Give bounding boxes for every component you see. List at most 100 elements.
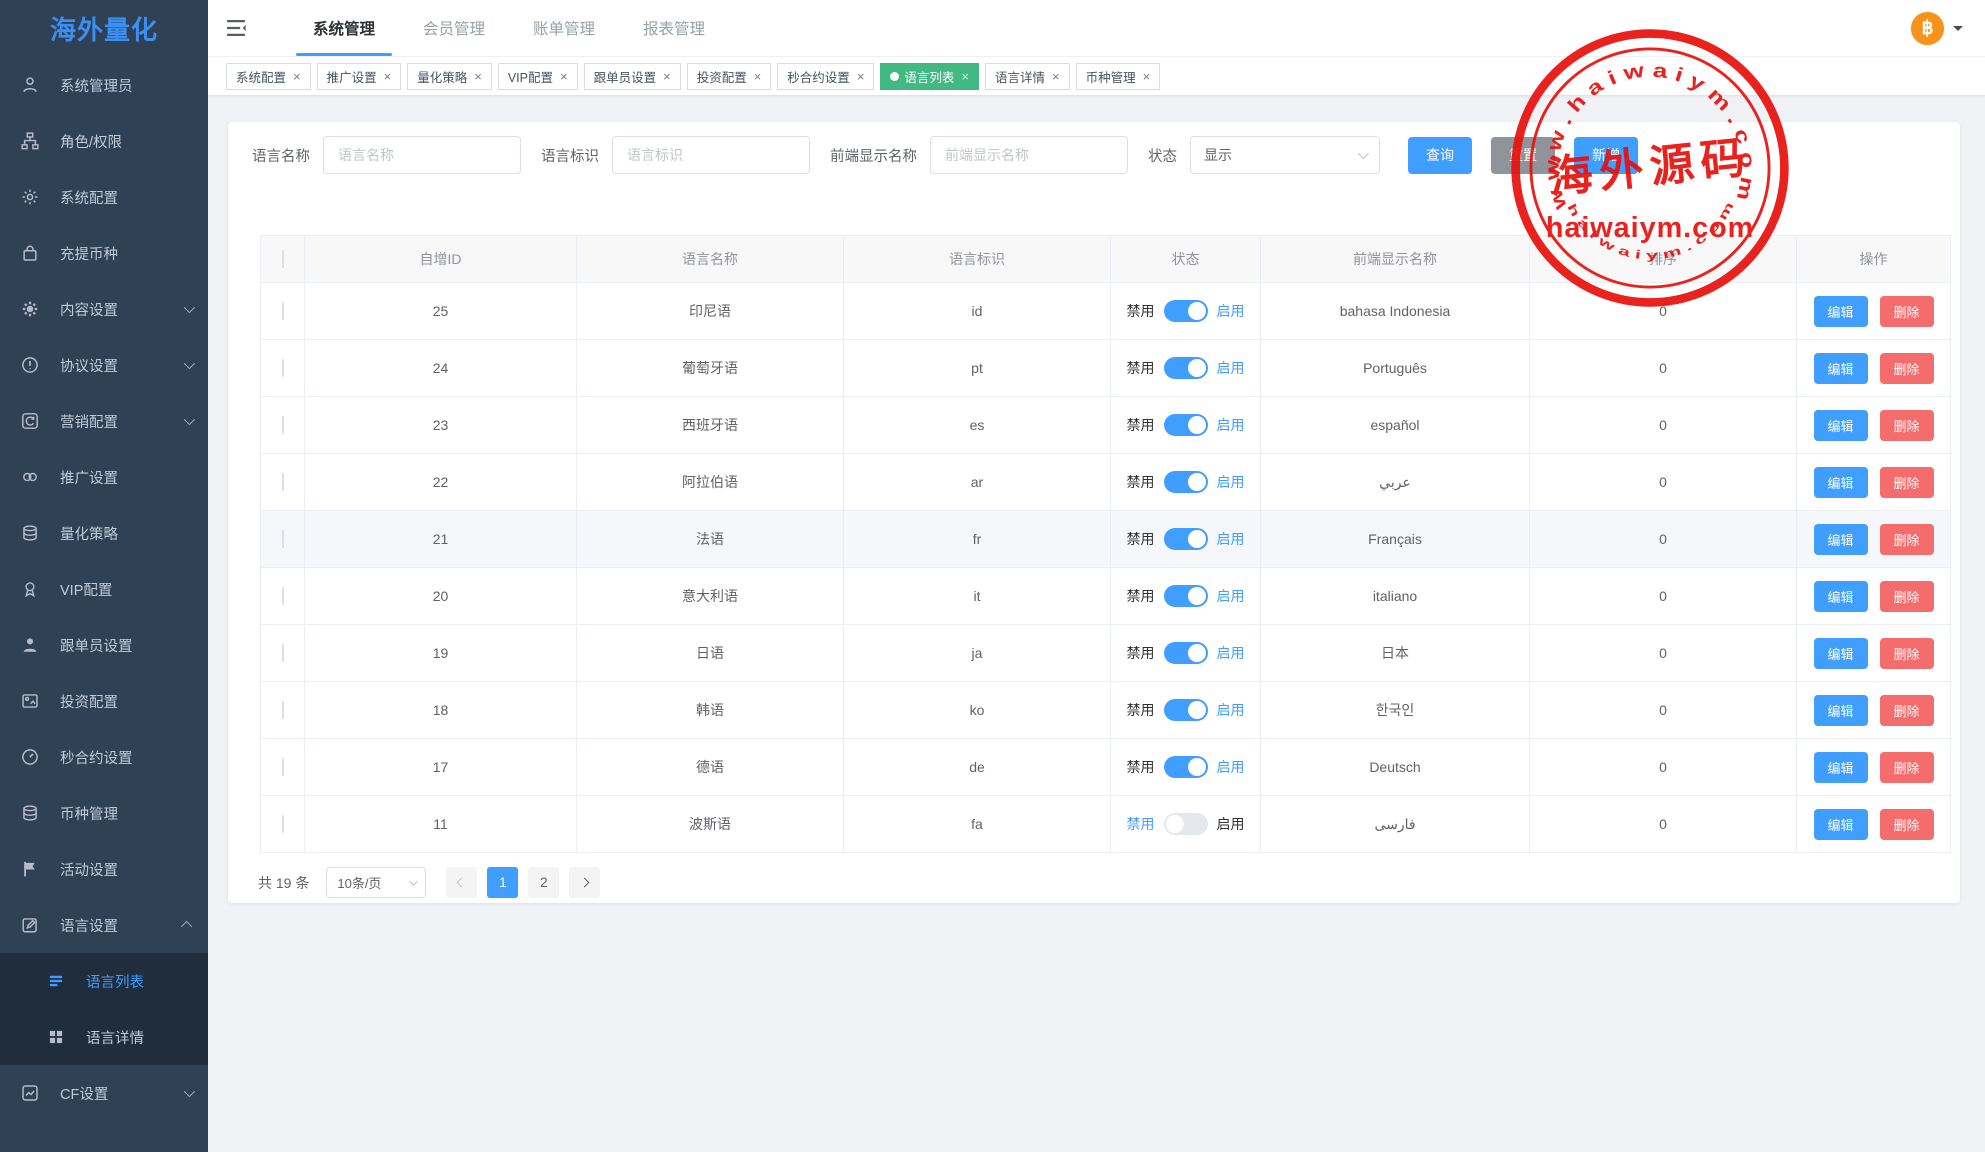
sidebar-item-cf-settings[interactable]: CF设置 — [0, 1065, 208, 1121]
delete-button[interactable]: 删除 — [1880, 524, 1934, 555]
tag-coin-manage[interactable]: 币种管理× — [1076, 63, 1161, 90]
sidebar-item-content-settings[interactable]: 内容设置 — [0, 281, 208, 337]
display-name-input[interactable] — [930, 136, 1128, 174]
edit-button[interactable]: 编辑 — [1814, 752, 1868, 783]
tag-close-icon[interactable]: × — [1052, 70, 1060, 83]
tag-promotion[interactable]: 推广设置× — [317, 63, 402, 90]
delete-button[interactable]: 删除 — [1880, 752, 1934, 783]
sidebar-item-language-detail[interactable]: 语言详情 — [0, 1009, 208, 1065]
delete-button[interactable]: 删除 — [1880, 809, 1934, 840]
topnav-tab-system[interactable]: 系统管理 — [289, 0, 399, 56]
status-select[interactable]: 显示 — [1190, 136, 1380, 174]
delete-button[interactable]: 删除 — [1880, 353, 1934, 384]
edit-button[interactable]: 编辑 — [1814, 524, 1868, 555]
edit-button[interactable]: 编辑 — [1814, 296, 1868, 327]
edit-button[interactable]: 编辑 — [1814, 695, 1868, 726]
sidebar-item-deposit-coin[interactable]: 充提币种 — [0, 225, 208, 281]
next-page-button[interactable] — [569, 867, 600, 898]
row-checkbox[interactable] — [282, 587, 284, 605]
status-toggle[interactable] — [1164, 471, 1208, 493]
tag-close-icon[interactable]: × — [857, 70, 865, 83]
edit-button[interactable]: 编辑 — [1814, 467, 1868, 498]
tag-vip-config[interactable]: VIP配置× — [498, 63, 578, 90]
delete-button[interactable]: 删除 — [1880, 581, 1934, 612]
sidebar-item-promotion[interactable]: 推广设置 — [0, 449, 208, 505]
tag-follower[interactable]: 跟单员设置× — [584, 63, 681, 90]
tag-close-icon[interactable]: × — [384, 70, 392, 83]
tag-close-icon[interactable]: × — [474, 70, 482, 83]
status-toggle[interactable] — [1164, 414, 1208, 436]
row-checkbox[interactable] — [282, 530, 284, 548]
status-toggle[interactable] — [1164, 585, 1208, 607]
page-size-select[interactable]: 10条/页 — [326, 867, 426, 898]
edit-button[interactable]: 编辑 — [1814, 581, 1868, 612]
status-toggle[interactable] — [1164, 528, 1208, 550]
bitcoin-avatar-icon[interactable]: ฿ — [1911, 12, 1944, 45]
edit-button[interactable]: 编辑 — [1814, 410, 1868, 441]
tag-quant-strategy[interactable]: 量化策略× — [407, 63, 492, 90]
sidebar-item-quant-strategy[interactable]: 量化策略 — [0, 505, 208, 561]
status-toggle[interactable] — [1164, 813, 1208, 835]
delete-button[interactable]: 删除 — [1880, 296, 1934, 327]
topnav-tab-report[interactable]: 报表管理 — [619, 0, 729, 56]
row-checkbox[interactable] — [282, 701, 284, 719]
delete-button[interactable]: 删除 — [1880, 410, 1934, 441]
tag-close-icon[interactable]: × — [663, 70, 671, 83]
status-toggle[interactable] — [1164, 756, 1208, 778]
row-checkbox[interactable] — [282, 473, 284, 491]
edit-button[interactable]: 编辑 — [1814, 638, 1868, 669]
delete-button[interactable]: 删除 — [1880, 638, 1934, 669]
tag-close-icon[interactable]: × — [1143, 70, 1151, 83]
sidebar-item-seconds[interactable]: 秒合约设置 — [0, 729, 208, 785]
topnav-tab-member[interactable]: 会员管理 — [399, 0, 509, 56]
sidebar-item-vip-config[interactable]: VIP配置 — [0, 561, 208, 617]
delete-button[interactable]: 删除 — [1880, 467, 1934, 498]
tag-close-icon[interactable]: × — [560, 70, 568, 83]
sidebar-item-follower[interactable]: 跟单员设置 — [0, 617, 208, 673]
reset-button[interactable]: 重置 — [1491, 137, 1555, 174]
user-menu[interactable]: ฿ — [1911, 12, 1963, 45]
status-toggle[interactable] — [1164, 699, 1208, 721]
row-checkbox[interactable] — [282, 644, 284, 662]
language-name-input[interactable] — [323, 136, 521, 174]
tag-seconds[interactable]: 秒合约设置× — [777, 63, 874, 90]
row-checkbox[interactable] — [282, 815, 284, 833]
tag-close-icon[interactable]: × — [754, 70, 762, 83]
sidebar-item-protocol[interactable]: 协议设置 — [0, 337, 208, 393]
sidebar-item-language-list[interactable]: 语言列表 — [0, 953, 208, 1009]
sidebar-item-activity[interactable]: 活动设置 — [0, 841, 208, 897]
hamburger-icon[interactable] — [225, 17, 247, 39]
sidebar-item-marketing[interactable]: 营销配置 — [0, 393, 208, 449]
status-toggle[interactable] — [1164, 642, 1208, 664]
prev-page-button[interactable] — [446, 867, 477, 898]
edit-button[interactable]: 编辑 — [1814, 809, 1868, 840]
column-header: 排序 — [1530, 236, 1797, 283]
tag-language-detail[interactable]: 语言详情× — [985, 63, 1070, 90]
sidebar-item-language-settings[interactable]: 语言设置 — [0, 897, 208, 953]
sidebar-item-roles[interactable]: 角色/权限 — [0, 113, 208, 169]
add-button[interactable]: 新增 — [1574, 137, 1638, 174]
language-code-input[interactable] — [612, 136, 810, 174]
delete-button[interactable]: 删除 — [1880, 695, 1934, 726]
status-toggle[interactable] — [1164, 357, 1208, 379]
select-all-checkbox[interactable] — [282, 250, 284, 268]
page-button-1[interactable]: 1 — [487, 867, 518, 898]
sidebar-item-system-config[interactable]: 系统配置 — [0, 169, 208, 225]
tag-language-list[interactable]: 语言列表× — [880, 63, 979, 90]
page-button-2[interactable]: 2 — [528, 867, 559, 898]
sidebar-item-system-admin[interactable]: 系统管理员 — [0, 57, 208, 113]
tag-system-config[interactable]: 系统配置× — [226, 63, 311, 90]
row-checkbox[interactable] — [282, 302, 284, 320]
edit-button[interactable]: 编辑 — [1814, 353, 1868, 384]
tag-close-icon[interactable]: × — [961, 70, 969, 83]
tag-close-icon[interactable]: × — [293, 70, 301, 83]
status-toggle[interactable] — [1164, 300, 1208, 322]
sidebar-item-invest-config[interactable]: 投资配置 — [0, 673, 208, 729]
search-button[interactable]: 查询 — [1408, 137, 1472, 174]
sidebar-item-coin-manage[interactable]: 币种管理 — [0, 785, 208, 841]
row-checkbox[interactable] — [282, 758, 284, 776]
topnav-tab-billing[interactable]: 账单管理 — [509, 0, 619, 56]
tag-invest-config[interactable]: 投资配置× — [687, 63, 772, 90]
row-checkbox[interactable] — [282, 359, 284, 377]
row-checkbox[interactable] — [282, 416, 284, 434]
